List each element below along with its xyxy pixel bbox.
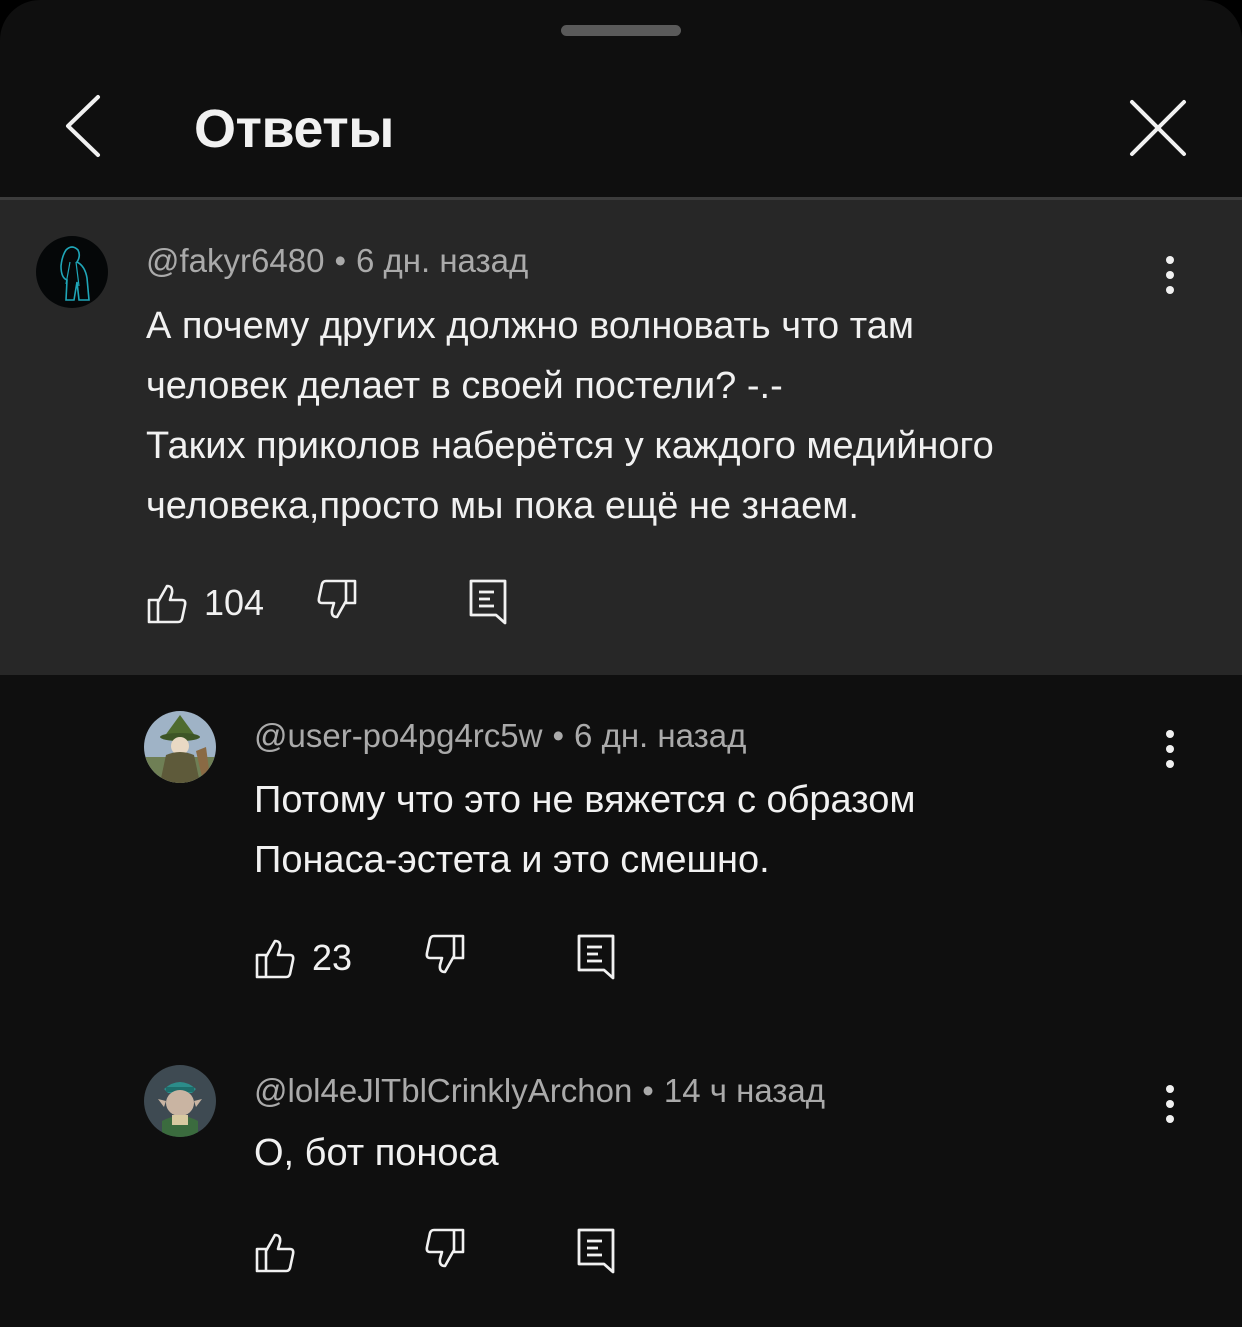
more-options-button[interactable] <box>1155 726 1185 772</box>
comment-text-line: А почему других должно волновать что там <box>146 305 914 347</box>
reply-button[interactable] <box>468 578 514 628</box>
comment-text-line: Понаса-эстета и это смешно. <box>254 839 770 881</box>
avatar-image <box>144 1065 216 1137</box>
thumb-down-icon <box>425 934 465 974</box>
thumb-down-icon <box>425 1228 465 1268</box>
avatar[interactable] <box>144 711 216 783</box>
reply-button[interactable] <box>576 933 622 983</box>
meta-separator: • <box>642 1072 654 1109</box>
comment-meta: @user-po4pg4rc5w • 6 дн. назад <box>254 717 746 755</box>
parent-comment: @fakyr6480 • 6 дн. назад А почему других д… <box>0 200 1242 675</box>
author-handle[interactable]: @lol4eJlTblCrinklyArchon <box>254 1072 632 1109</box>
comment-time: 14 ч назад <box>663 1072 826 1109</box>
author-handle[interactable]: @fakyr6480 <box>146 242 324 279</box>
dislike-button[interactable] <box>422 1227 468 1277</box>
reply-button[interactable] <box>576 1227 622 1277</box>
back-button[interactable] <box>58 94 108 158</box>
dislike-button[interactable] <box>422 933 468 983</box>
like-count: 23 <box>312 937 353 978</box>
thumb-up-icon <box>255 1233 295 1273</box>
meta-separator: • <box>552 717 565 754</box>
reply-comment-icon <box>577 1228 615 1274</box>
more-options-button[interactable] <box>1155 1081 1185 1127</box>
like-count: 104 <box>204 582 265 623</box>
close-button[interactable] <box>1126 96 1190 160</box>
avatar[interactable] <box>144 1065 216 1137</box>
sheet-header: Ответы <box>0 60 1242 198</box>
comment-time: 6 дн. назад <box>574 717 747 754</box>
page-title: Ответы <box>194 99 394 159</box>
comment-text-line: человек делает в своей постели? -.- <box>146 365 783 407</box>
comment-text: Потому что это не вяжется с образом Пона… <box>254 770 916 890</box>
comment-actions: 104 <box>146 578 526 638</box>
comment-meta: @fakyr6480 • 6 дн. назад <box>146 242 528 280</box>
chevron-left-icon <box>66 95 100 157</box>
more-options-button[interactable] <box>1155 252 1185 298</box>
comment-time: 6 дн. назад <box>356 242 529 279</box>
comment-actions: 23 <box>254 933 634 993</box>
avatar-image <box>144 711 216 783</box>
comment-text-line: Таких приколов наберётся у каждого медий… <box>146 425 994 467</box>
reply-comment: @lol4eJlTblCrinklyArchon • 14 ч назад О, б… <box>0 1030 1242 1327</box>
thumb-up-icon <box>255 939 295 979</box>
comment-actions <box>254 1227 634 1287</box>
reply-comment-icon <box>577 934 615 980</box>
comment-meta: @lol4eJlTblCrinklyArchon • 14 ч назад <box>254 1072 825 1110</box>
replies-sheet: Ответы @fakyr6480 • 6 дн. назад А почему… <box>0 0 1242 1327</box>
dislike-button[interactable] <box>314 578 360 628</box>
comment-text: А почему других должно волновать что там… <box>146 296 994 536</box>
reply-comment-icon <box>469 579 507 625</box>
avatar-image <box>36 236 108 308</box>
comment-text: О, бот поноса <box>254 1123 499 1183</box>
meta-separator: • <box>334 242 346 279</box>
close-icon <box>1130 100 1186 156</box>
comment-text-line: Потому что это не вяжется с образом <box>254 779 916 821</box>
reply-comment: @user-po4pg4rc5w • 6 дн. назад Потому что … <box>0 675 1242 1030</box>
author-handle[interactable]: @user-po4pg4rc5w <box>254 717 542 754</box>
comment-text-line: человека,просто мы пока ещё не знаем. <box>146 485 859 527</box>
thumb-down-icon <box>317 579 357 619</box>
drag-handle[interactable] <box>561 25 681 36</box>
comment-text-line: О, бот поноса <box>254 1132 499 1174</box>
thumb-up-icon <box>147 584 187 624</box>
avatar[interactable] <box>36 236 108 308</box>
